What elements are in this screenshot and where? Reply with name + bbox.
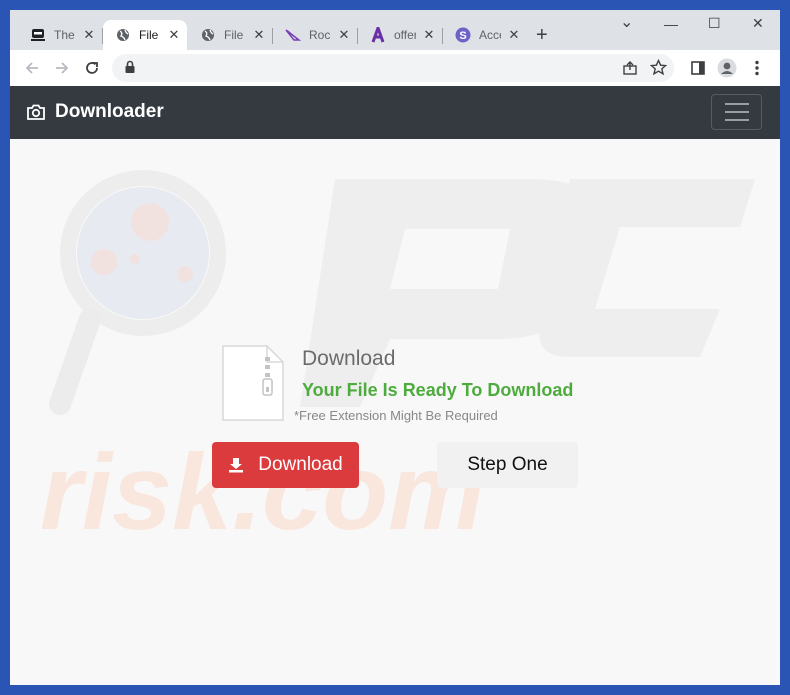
browser-toolbar <box>10 50 780 86</box>
minimize-button[interactable]: — <box>664 16 678 32</box>
s-circle-favicon-icon: S <box>455 27 471 43</box>
reload-icon[interactable] <box>82 58 102 78</box>
svg-text:S: S <box>459 30 466 42</box>
address-bar[interactable] <box>112 54 674 82</box>
zip-file-icon <box>222 345 284 421</box>
tab-title: Acce <box>479 28 501 42</box>
navbar-toggle-button[interactable] <box>711 94 762 130</box>
maximize-button[interactable]: ☐ <box>708 15 721 32</box>
download-icon <box>229 458 244 473</box>
tab-title: Rock <box>309 28 331 42</box>
extension-note: *Free Extension Might Be Required <box>294 408 498 423</box>
tab-2[interactable]: File D ✕ <box>188 20 272 50</box>
tab-1[interactable]: File D ✕ <box>103 20 187 50</box>
menu-kebab-icon[interactable] <box>747 58 767 78</box>
tab-0[interactable]: The H ✕ <box>18 20 102 50</box>
side-panel-icon[interactable] <box>688 58 708 78</box>
share-icon[interactable] <box>622 60 638 81</box>
page-viewport: Downloader risk.com Download Your File I… <box>10 86 780 685</box>
tab-close-icon[interactable]: ✕ <box>82 27 96 43</box>
step-one-button[interactable]: Step One <box>437 442 578 488</box>
download-button-label: Download <box>258 454 343 475</box>
back-arrow-icon[interactable] <box>22 58 42 78</box>
step-one-button-label: Step One <box>467 454 548 475</box>
tab-title: The H <box>54 28 76 42</box>
forward-arrow-icon[interactable] <box>52 58 72 78</box>
tab-5[interactable]: S Acce ✕ <box>443 20 527 50</box>
brand-name: Downloader <box>55 101 164 122</box>
tab-3[interactable]: Rock ✕ <box>273 20 357 50</box>
file-ready-text: Your File Is Ready To Download <box>302 380 574 400</box>
bookmark-star-icon[interactable] <box>649 58 668 81</box>
tab-strip: The H ✕ File D ✕ File D ✕ Rock ✕ <box>10 10 780 50</box>
tab-title: offer <box>394 28 416 42</box>
globe-icon <box>115 27 131 43</box>
tab-4[interactable]: offer ✕ <box>358 20 442 50</box>
tab-close-icon[interactable]: ✕ <box>507 27 521 43</box>
download-heading: Download <box>302 347 396 370</box>
globe-icon <box>200 27 216 43</box>
lock-icon <box>124 60 136 79</box>
new-tab-button[interactable]: + <box>536 24 548 47</box>
tab-title: File D <box>224 28 246 42</box>
brand[interactable]: Downloader <box>26 99 164 125</box>
camera-icon <box>27 104 45 120</box>
tab-close-icon[interactable]: ✕ <box>422 27 436 43</box>
tab-title: File D <box>139 28 161 42</box>
tab-close-icon[interactable]: ✕ <box>337 27 351 43</box>
close-window-button[interactable]: ✕ <box>752 15 764 32</box>
site-navbar: Downloader <box>10 86 780 139</box>
rocket-favicon-icon <box>285 27 301 43</box>
browser-window: The H ✕ File D ✕ File D ✕ Rock ✕ <box>10 10 780 685</box>
ninja-favicon-icon <box>30 27 46 43</box>
tab-search-chevron-icon[interactable]: ⌄ <box>620 12 633 32</box>
download-button[interactable]: Download <box>212 442 359 488</box>
tab-close-icon[interactable]: ✕ <box>252 27 266 43</box>
tab-close-icon[interactable]: ✕ <box>167 27 181 43</box>
profile-avatar-icon[interactable] <box>717 58 737 78</box>
a-letter-favicon-icon <box>370 27 386 43</box>
